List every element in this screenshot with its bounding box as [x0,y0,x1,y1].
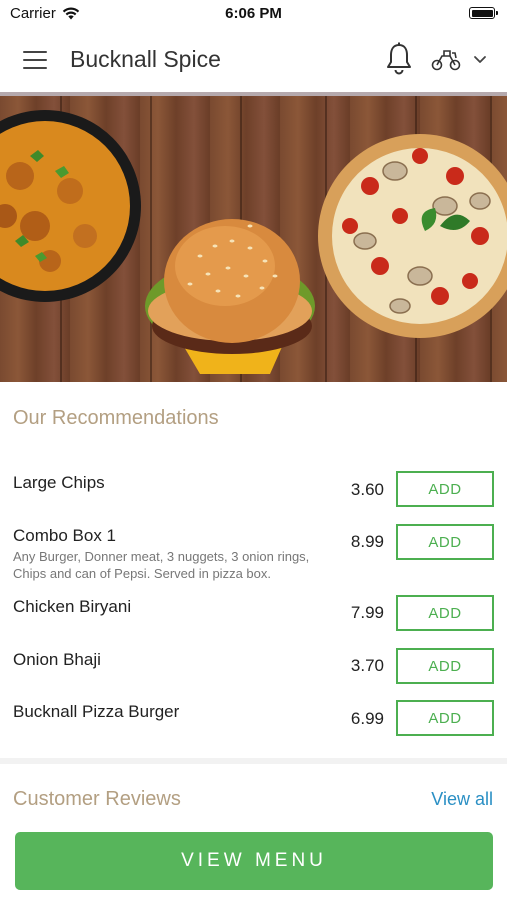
section-divider [0,758,507,764]
add-button[interactable]: ADD [396,648,494,684]
item-name: Bucknall Pizza Burger [13,702,180,721]
pizza-image [318,134,507,338]
delivery-scooter-icon[interactable] [430,46,462,72]
curry-bowl-image [0,110,141,302]
bell-icon[interactable] [384,42,414,76]
item-name: Combo Box 1 [13,526,116,545]
item-name: Large Chips [13,473,105,492]
battery-icon [469,7,498,19]
add-button[interactable]: ADD [396,471,494,507]
item-description: Any Burger, Donner meat, 3 nuggets, 3 on… [13,549,310,581]
item-name: Chicken Biryani [13,597,132,616]
menu-icon[interactable] [23,51,47,69]
chevron-down-icon[interactable] [472,52,488,66]
item-name: Onion Bhaji [13,650,101,669]
reviews-title: Customer Reviews [13,788,181,810]
item-price: 8.99 [350,532,384,551]
app-header: Bucknall Spice [0,28,507,92]
item-price: 3.60 [350,480,384,499]
recommendations-title: Our Recommendations [13,407,219,429]
item-price: 7.99 [350,603,384,622]
hero-banner [0,96,507,382]
add-button[interactable]: ADD [396,595,494,631]
status-bar: Carrier 6:06 PM [0,0,507,28]
burger-image [145,219,315,374]
item-price: 6.99 [350,709,384,728]
add-button[interactable]: ADD [396,700,494,736]
view-menu-button[interactable]: VIEW MENU [15,832,493,890]
item-price: 3.70 [350,656,384,675]
app-title: Bucknall Spice [70,46,221,72]
view-all-link[interactable]: View all [431,789,493,810]
status-time: 6:06 PM [225,5,282,22]
add-button[interactable]: ADD [396,524,494,560]
